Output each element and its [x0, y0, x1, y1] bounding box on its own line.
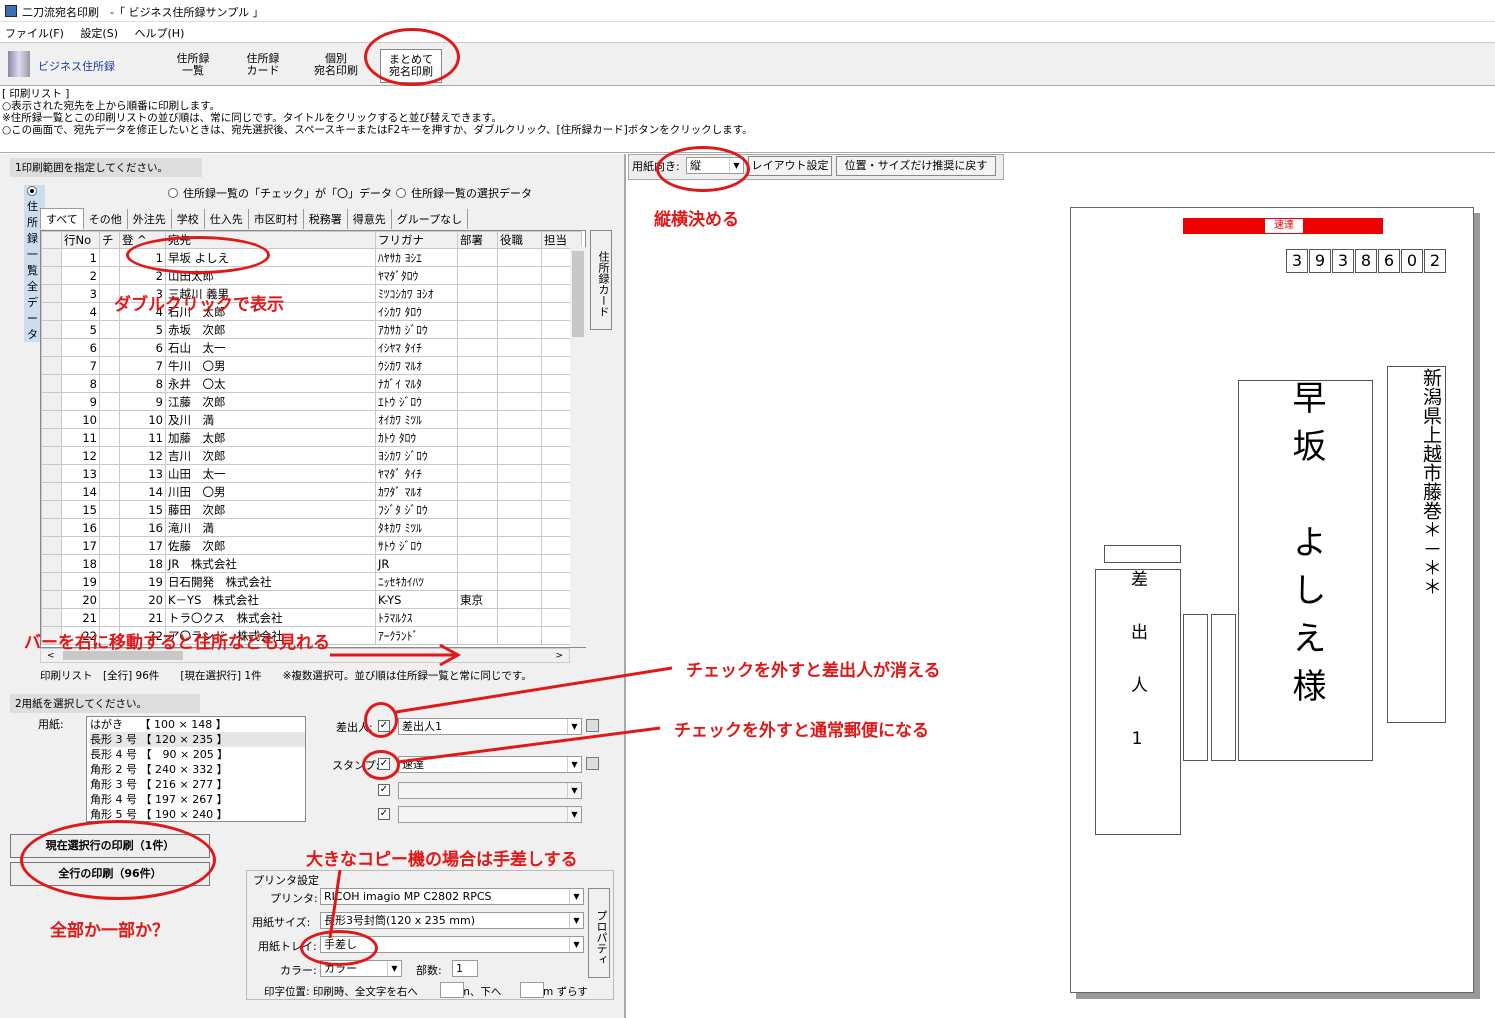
annotation-circle — [20, 820, 216, 900]
annotation-text: 全部か一部か？ — [50, 921, 169, 941]
annotation-circle — [300, 930, 378, 966]
annotation-circle — [656, 146, 750, 192]
annotation-arrows — [328, 643, 673, 939]
annotation-text: チェックを外すと差出人が消える — [686, 661, 941, 681]
annotation-circle — [364, 702, 398, 738]
annotation-text: チェックを外すと通常郵便になる — [674, 721, 929, 741]
annotation-text: 大きなコピー機の場合は手差しする — [306, 850, 578, 870]
annotation-circle — [362, 750, 400, 780]
annotation-text: 縦横決める — [654, 210, 739, 230]
